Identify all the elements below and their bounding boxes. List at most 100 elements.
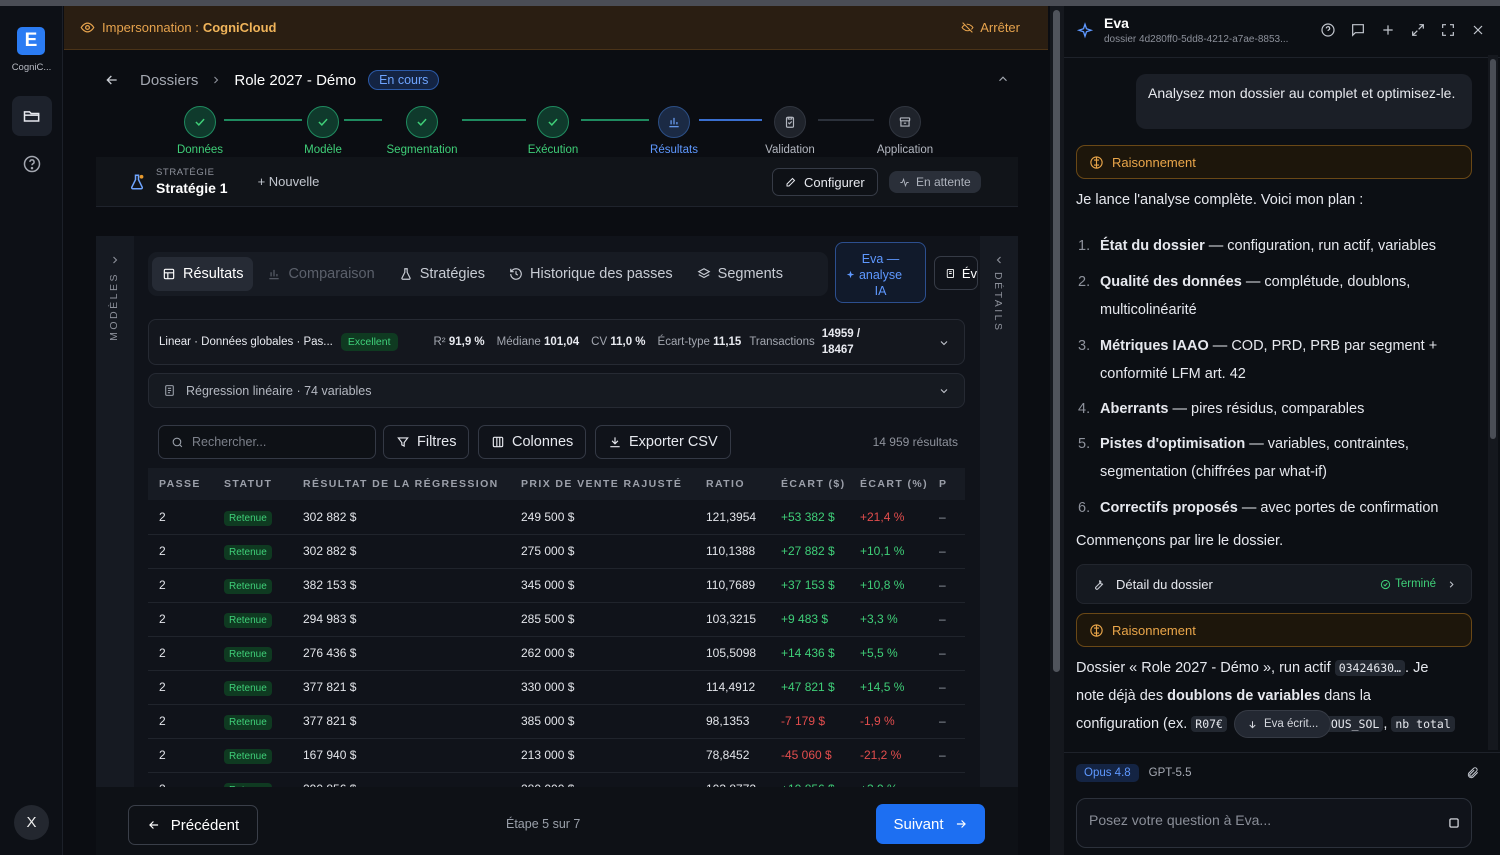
step-label: Données bbox=[176, 144, 224, 156]
eva-typing-indicator[interactable]: Eva écrit... bbox=[1234, 710, 1332, 738]
text-strong: doublons de variables bbox=[1167, 688, 1321, 704]
help-nav-button[interactable] bbox=[12, 144, 52, 184]
models-side-panel[interactable]: MODÈLES bbox=[96, 236, 134, 791]
column-header[interactable]: ÉCART (%) bbox=[849, 468, 929, 500]
export-csv-button[interactable]: Exporter CSV bbox=[595, 425, 731, 459]
cell-passe: 2 bbox=[148, 670, 213, 705]
expand-icon[interactable] bbox=[1410, 22, 1426, 38]
table-row[interactable]: 2 Retenue 302 882 $275 000 $110,1388 +27 88… bbox=[148, 534, 965, 569]
column-header[interactable]: P bbox=[928, 468, 965, 500]
previous-label: Précédent bbox=[170, 816, 240, 834]
column-header[interactable]: PRIX DE VENTE RAJUSTÉ bbox=[510, 468, 695, 500]
table-row[interactable]: 2 Retenue 276 436 $262 000 $105,5098 +14 43… bbox=[148, 636, 965, 671]
plan-item: 1. État du dossier — configuration, run a… bbox=[1078, 232, 1468, 260]
eva-tab-line-wrap: analyse bbox=[836, 267, 925, 283]
cell-p: – bbox=[928, 602, 965, 637]
scrollbar-thumb[interactable] bbox=[1053, 10, 1060, 672]
std-value: 11,15 bbox=[713, 336, 742, 348]
document-icon bbox=[946, 268, 955, 278]
help-circle-icon[interactable] bbox=[1320, 22, 1336, 38]
strategy-selector[interactable]: STRATÉGIE Stratégie 1 bbox=[156, 167, 228, 196]
plus-icon[interactable] bbox=[1380, 22, 1396, 38]
column-header[interactable]: PASSE bbox=[148, 468, 213, 500]
panel-scrollbar[interactable] bbox=[1488, 55, 1498, 750]
tab-eva-analyse[interactable]: Eva — analyse IA bbox=[835, 242, 926, 303]
table-row[interactable]: 2 Retenue 377 821 $330 000 $114,4912 +47 82… bbox=[148, 670, 965, 705]
tab-strategies[interactable]: Stratégies bbox=[389, 257, 495, 291]
step-validation[interactable]: Validation bbox=[730, 106, 850, 156]
tab-comparaison[interactable]: Comparaison bbox=[257, 257, 384, 291]
tab-resultats[interactable]: Résultats bbox=[152, 257, 254, 291]
breadcrumb-root[interactable]: Dossiers bbox=[140, 72, 198, 89]
next-button[interactable]: Suivant bbox=[876, 804, 985, 844]
chevron-left-icon bbox=[996, 256, 1001, 264]
tab-label: Stratégies bbox=[419, 266, 485, 282]
filters-label: Filtres bbox=[417, 434, 457, 450]
stop-square-icon[interactable] bbox=[1447, 816, 1461, 830]
banner-prefix: Impersonnation : bbox=[102, 20, 199, 35]
step-segmentation[interactable]: Segmentation bbox=[362, 106, 482, 156]
models-side-label: MODÈLES bbox=[108, 272, 120, 341]
cell-prix: 330 000 $ bbox=[510, 670, 695, 705]
cell-result: 276 436 $ bbox=[292, 636, 510, 671]
back-arrow-icon[interactable] bbox=[104, 72, 120, 88]
filters-button[interactable]: Filtres bbox=[383, 425, 470, 459]
tool-name: Détail du dossier bbox=[1116, 576, 1213, 592]
tab-evaluation[interactable]: Év bbox=[934, 256, 978, 290]
columns-button[interactable]: Colonnes bbox=[478, 425, 587, 459]
main-scrollbar[interactable] bbox=[1050, 6, 1064, 855]
plan-title: Métriques IAAO bbox=[1100, 338, 1209, 354]
search-input[interactable]: Rechercher... bbox=[158, 425, 376, 459]
tab-label: Résultats bbox=[183, 266, 244, 282]
tab-segments[interactable]: Segments bbox=[687, 257, 793, 291]
column-header[interactable]: ÉCART ($) bbox=[770, 468, 849, 500]
step-execution[interactable]: Exécution bbox=[493, 106, 613, 156]
paperclip-icon[interactable] bbox=[1466, 766, 1480, 780]
configure-button[interactable]: Configurer bbox=[772, 168, 878, 196]
folder-nav-button[interactable] bbox=[12, 96, 52, 136]
table-row[interactable]: 2 Retenue 302 882 $249 500 $121,3954 +53 38… bbox=[148, 500, 965, 535]
chat-bubble-icon[interactable] bbox=[1350, 22, 1366, 38]
details-side-panel[interactable]: DÉTAILS bbox=[980, 236, 1018, 791]
table-row[interactable]: 2 Retenue 294 983 $285 500 $103,3215 +9 483… bbox=[148, 602, 965, 637]
scrollbar-thumb[interactable] bbox=[1490, 59, 1496, 439]
tab-historique[interactable]: Historique des passes bbox=[499, 257, 683, 291]
stop-impersonation-button[interactable]: Arrêter bbox=[961, 20, 1020, 35]
model-stats-bar[interactable]: Linear · Données globales · Pas... Excel… bbox=[148, 319, 965, 365]
fullscreen-icon[interactable] bbox=[1440, 22, 1456, 38]
cell-prix: 249 500 $ bbox=[510, 500, 695, 535]
table-row[interactable]: 2 Retenue 382 153 $345 000 $110,7689 +37 15… bbox=[148, 568, 965, 603]
chevron-right-icon bbox=[1449, 580, 1454, 588]
close-x-button[interactable]: X bbox=[14, 805, 49, 840]
new-strategy-button[interactable]: + Nouvelle bbox=[258, 174, 320, 189]
column-header[interactable]: RATIO bbox=[695, 468, 770, 500]
chat-input[interactable]: Posez votre question à Eva... bbox=[1076, 798, 1472, 848]
regression-summary[interactable]: Régression linéaire · 74 variables bbox=[148, 373, 965, 408]
cell-statut: Retenue bbox=[213, 568, 292, 603]
app-logo[interactable]: E bbox=[17, 27, 45, 55]
close-icon[interactable] bbox=[1470, 22, 1486, 38]
step-resultats[interactable]: Résultats bbox=[614, 106, 734, 156]
reasoning-toggle[interactable]: Raisonnement bbox=[1076, 613, 1472, 647]
collapse-chevron-up-icon[interactable] bbox=[996, 72, 1010, 86]
table-row[interactable]: 2 Retenue 167 940 $213 000 $78,8452 -45 060… bbox=[148, 738, 965, 773]
column-header[interactable]: RÉSULTAT DE LA RÉGRESSION bbox=[292, 468, 510, 500]
median-value: 101,04 bbox=[543, 336, 580, 348]
previous-button[interactable]: Précédent bbox=[128, 805, 258, 845]
column-header[interactable]: STATUT bbox=[213, 468, 292, 500]
main-area: Impersonnation : CogniCloud Arrêter Doss… bbox=[64, 6, 1048, 855]
model-option-gpt[interactable]: GPT-5.5 bbox=[1149, 767, 1192, 779]
status-badge: En cours bbox=[368, 70, 440, 90]
cell-ecart-pct: +5,5 % bbox=[849, 636, 929, 671]
model-option-opus[interactable]: Opus 4.8 bbox=[1076, 764, 1139, 782]
step-donnees[interactable]: Données bbox=[140, 106, 260, 156]
panel-actions bbox=[1320, 22, 1486, 38]
step-application[interactable]: Application bbox=[845, 106, 965, 156]
file-icon bbox=[165, 385, 174, 396]
cell-prix: 213 000 $ bbox=[510, 738, 695, 773]
status-badge: Retenue bbox=[224, 510, 272, 526]
cell-ratio: 114,4912 bbox=[695, 670, 770, 705]
tool-call-detail[interactable]: Détail du dossier Terminé bbox=[1076, 564, 1472, 604]
table-row[interactable]: 2 Retenue 377 821 $385 000 $98,1353 -7 179 … bbox=[148, 704, 965, 739]
reasoning-toggle[interactable]: Raisonnement bbox=[1076, 145, 1472, 179]
